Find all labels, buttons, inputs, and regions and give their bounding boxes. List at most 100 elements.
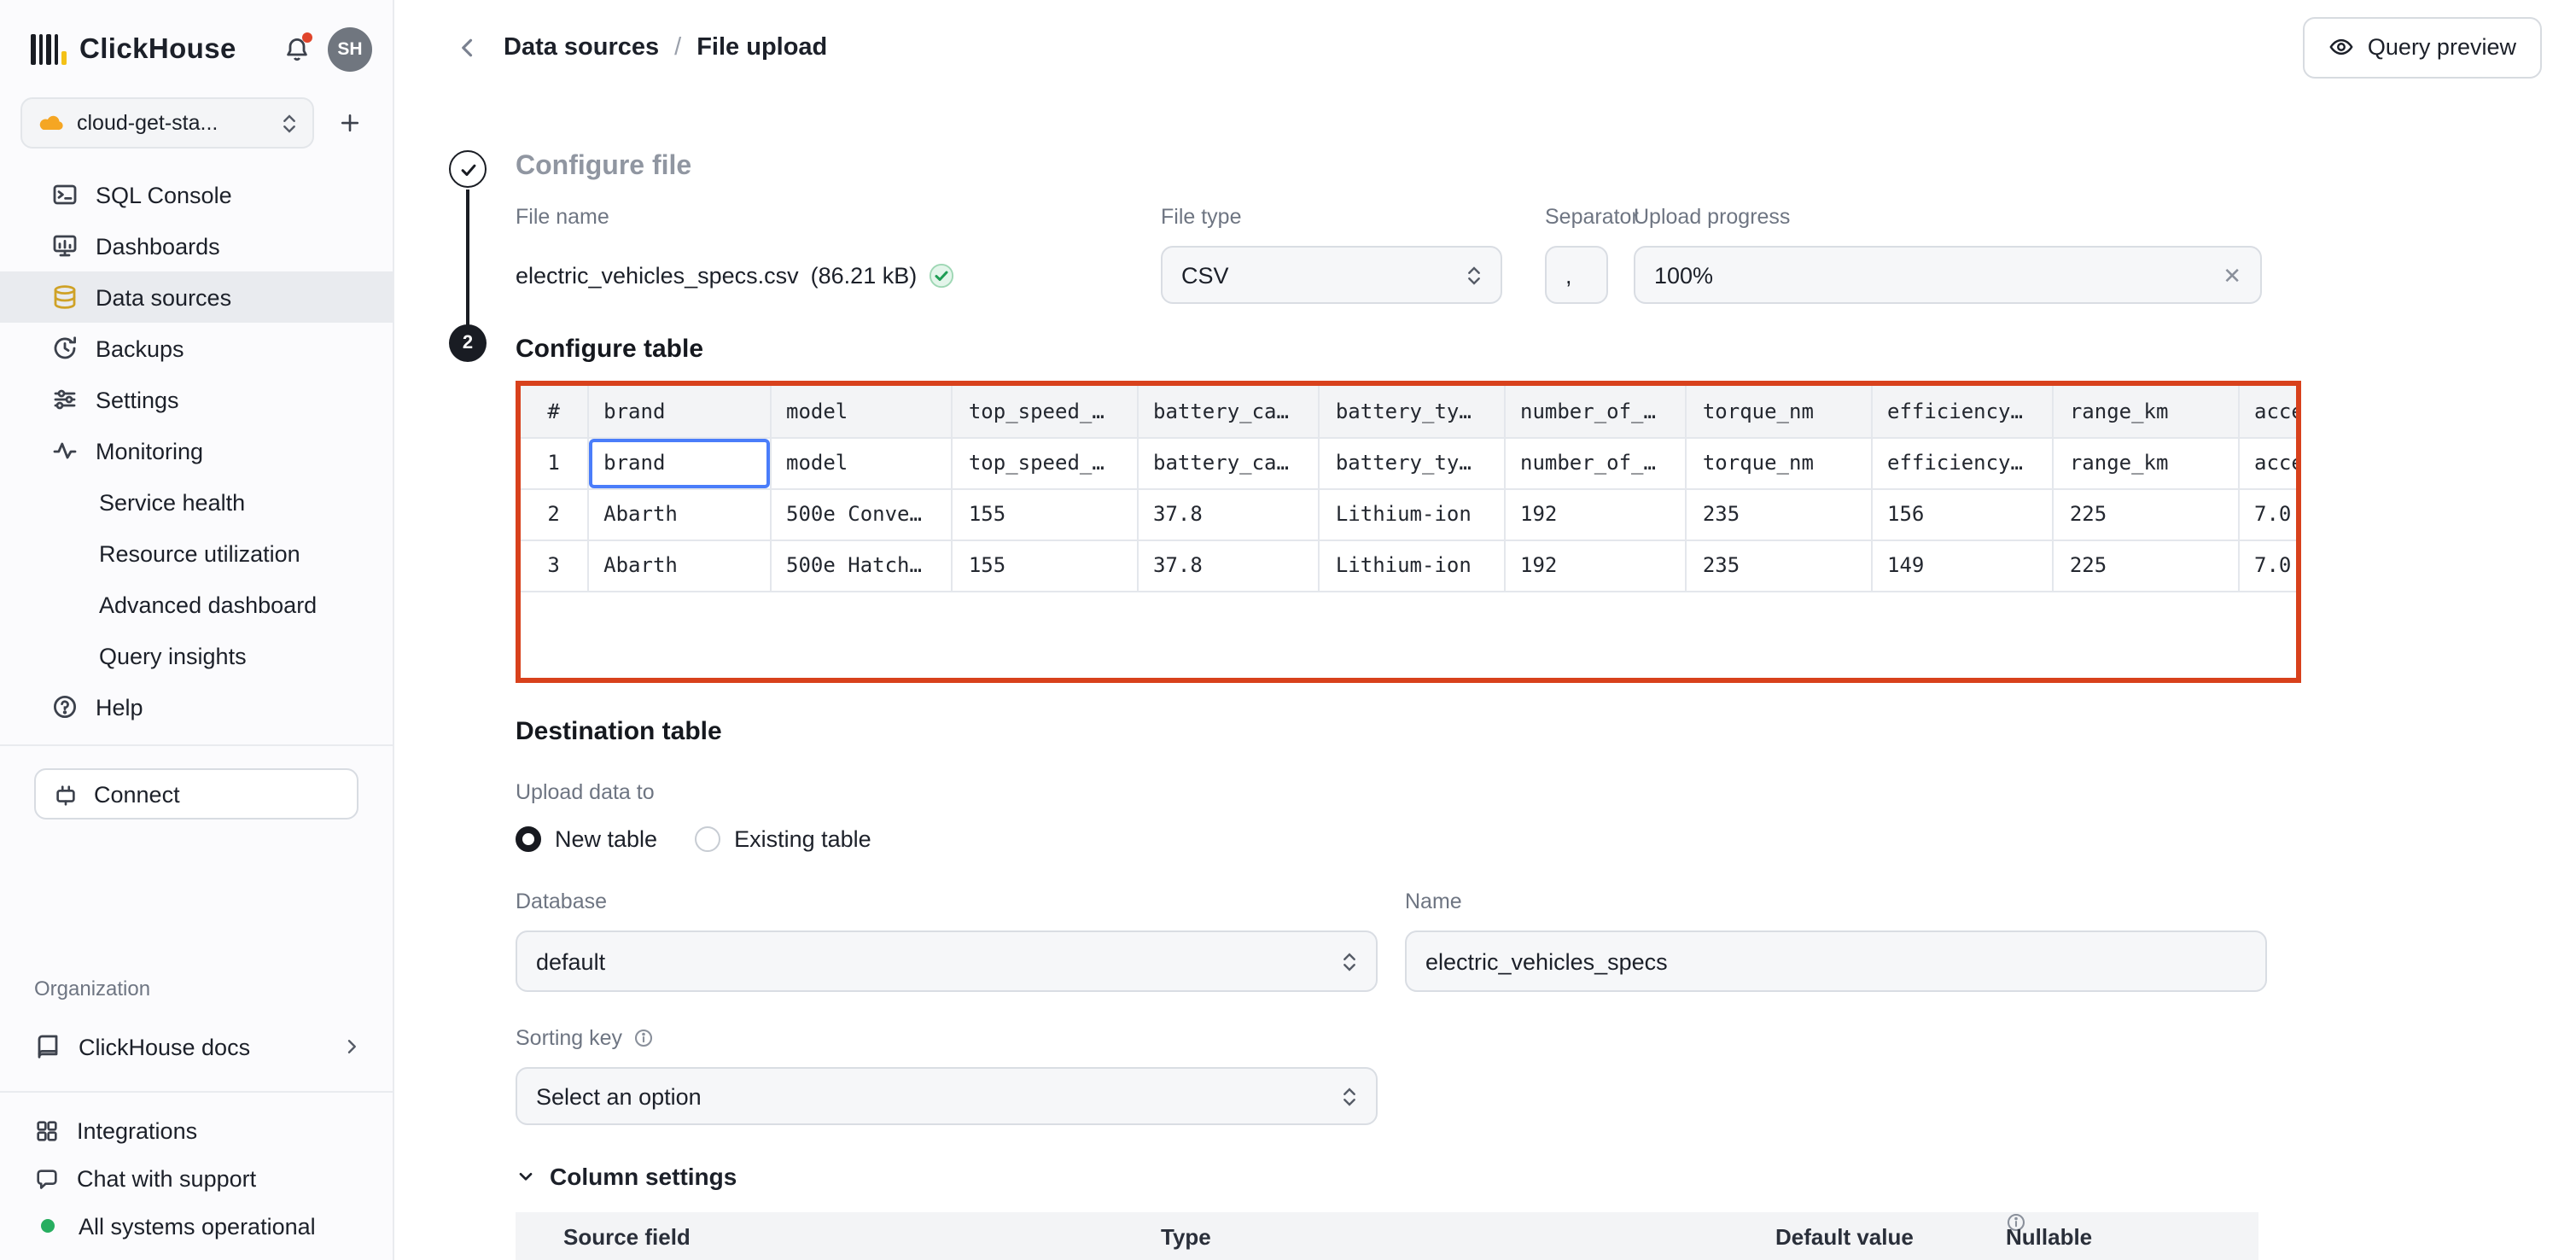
- table-cell[interactable]: 156: [1871, 488, 2054, 540]
- sidebar-item-label: Query insights: [99, 643, 247, 668]
- table-cell-focused[interactable]: brand: [587, 437, 770, 488]
- sidebar-item-resource-utilization[interactable]: Resource utilization: [0, 528, 393, 579]
- main-area: Data sources / File upload Query preview…: [394, 0, 2576, 1260]
- database-select[interactable]: default: [516, 930, 1378, 992]
- default-value-header: Default value: [1775, 1212, 1914, 1260]
- table-cell[interactable]: accelerati…: [2238, 437, 2301, 488]
- breadcrumb-separator: /: [674, 33, 681, 61]
- sidebar-item-help[interactable]: Help: [0, 681, 393, 732]
- organization-label: Organization: [0, 977, 393, 1000]
- table-cell[interactable]: 155: [953, 488, 1137, 540]
- clickhouse-logo-icon: [31, 34, 66, 65]
- table-cell[interactable]: 500e Conve…: [770, 488, 953, 540]
- clear-icon[interactable]: ✕: [2223, 264, 2241, 286]
- database-label: Database: [516, 890, 1378, 913]
- chat-support-link[interactable]: Chat with support: [0, 1154, 393, 1202]
- file-name-value: electric_vehicles_specs.csv: [516, 262, 799, 288]
- connect-button[interactable]: Connect: [34, 768, 358, 820]
- add-service-button[interactable]: [328, 101, 372, 145]
- table-row: 3 Abarth 500e Hatch… 155 37.8 Lithium-io…: [521, 540, 2301, 591]
- column-settings-toggle[interactable]: Column settings: [516, 1163, 2576, 1190]
- table-cell[interactable]: number_of_…: [1504, 437, 1687, 488]
- table-cell[interactable]: 192: [1504, 540, 1687, 591]
- table-cell[interactable]: 500e Hatch…: [770, 540, 953, 591]
- breadcrumb-data-sources[interactable]: Data sources: [504, 33, 659, 61]
- integrations-link[interactable]: Integrations: [0, 1106, 393, 1154]
- table-cell[interactable]: model: [770, 437, 953, 488]
- sidebar-item-label: Monitoring: [96, 438, 203, 464]
- sidebar-item-label: Advanced dashboard: [99, 592, 317, 617]
- table-cell[interactable]: 7.0: [2238, 488, 2301, 540]
- table-cell[interactable]: 37.8: [1137, 540, 1320, 591]
- name-label: Name: [1405, 890, 2267, 913]
- sorting-key-select[interactable]: Select an option: [516, 1067, 1378, 1125]
- new-table-radio[interactable]: New table: [516, 826, 657, 852]
- table-cell[interactable]: 155: [953, 540, 1137, 591]
- notifications-bell-icon[interactable]: [283, 36, 311, 63]
- table-cell[interactable]: 225: [2054, 540, 2238, 591]
- table-cell[interactable]: range_km: [2054, 437, 2238, 488]
- table-cell[interactable]: battery_ca…: [1137, 437, 1320, 488]
- chevron-down-icon: [516, 1166, 536, 1187]
- back-button[interactable]: [449, 28, 487, 66]
- sidebar-item-backups[interactable]: Backups: [0, 323, 393, 374]
- divider: [0, 1091, 393, 1093]
- file-type-label: File type: [1161, 205, 1545, 229]
- info-icon: [632, 1028, 653, 1048]
- avatar[interactable]: SH: [328, 27, 372, 72]
- table-cell[interactable]: Abarth: [587, 540, 770, 591]
- table-name-input[interactable]: electric_vehicles_specs: [1405, 930, 2267, 992]
- chat-bubble-icon: [34, 1165, 60, 1191]
- query-preview-button[interactable]: Query preview: [2303, 16, 2542, 78]
- sidebar-item-query-insights[interactable]: Query insights: [0, 630, 393, 681]
- sidebar-item-sql-console[interactable]: SQL Console: [0, 169, 393, 220]
- separator-input[interactable]: ,: [1545, 246, 1608, 304]
- table-cell[interactable]: efficiency…: [1871, 437, 2054, 488]
- column-header: battery_ca…: [1137, 386, 1320, 437]
- file-type-select[interactable]: CSV: [1161, 246, 1502, 304]
- divider: [0, 744, 393, 746]
- row-number: 1: [521, 437, 587, 488]
- table-cell[interactable]: 149: [1871, 540, 2054, 591]
- table-cell[interactable]: 235: [1687, 488, 1871, 540]
- existing-table-radio[interactable]: Existing table: [695, 826, 871, 852]
- table-cell[interactable]: Abarth: [587, 488, 770, 540]
- table-cell[interactable]: 192: [1504, 488, 1687, 540]
- status-ok-icon: [41, 1219, 55, 1233]
- sidebar-item-monitoring[interactable]: Monitoring: [0, 425, 393, 476]
- column-header: efficiency…: [1871, 386, 2054, 437]
- sidebar-item-service-health[interactable]: Service health: [0, 476, 393, 528]
- table-cell[interactable]: battery_ty…: [1320, 437, 1504, 488]
- sliders-icon: [51, 386, 79, 413]
- terminal-icon: [51, 181, 79, 208]
- column-header: accelerati…: [2238, 386, 2301, 437]
- table-cell[interactable]: torque_nm: [1687, 437, 1871, 488]
- sidebar-item-label: Backups: [96, 335, 184, 361]
- column-settings-table: Source field Type Default value Nullable…: [516, 1212, 2258, 1260]
- notification-dot: [302, 32, 312, 43]
- table-cell[interactable]: top_speed_…: [953, 437, 1137, 488]
- sidebar-item-dashboards[interactable]: Dashboards: [0, 220, 393, 271]
- sidebar-item-advanced-dashboard[interactable]: Advanced dashboard: [0, 579, 393, 630]
- table-cell[interactable]: 225: [2054, 488, 2238, 540]
- file-size-value: (86.21 kB): [811, 262, 918, 288]
- table-cell[interactable]: 235: [1687, 540, 1871, 591]
- upload-progress-field[interactable]: 100% ✕: [1634, 246, 2262, 304]
- file-name-label: File name: [516, 205, 1161, 229]
- eye-icon: [2328, 34, 2354, 60]
- table-cell[interactable]: 7.0: [2238, 540, 2301, 591]
- sidebar-item-settings[interactable]: Settings: [0, 374, 393, 425]
- destination-table-title: Destination table: [516, 717, 2576, 746]
- table-cell[interactable]: 37.8: [1137, 488, 1320, 540]
- table-cell[interactable]: Lithium-ion: [1320, 488, 1504, 540]
- sidebar-item-label: Resource utilization: [99, 540, 300, 566]
- separator-label: Separator: [1545, 205, 1634, 229]
- sidebar-item-data-sources[interactable]: Data sources: [0, 271, 393, 323]
- table-cell[interactable]: Lithium-ion: [1320, 540, 1504, 591]
- status-label: All systems operational: [79, 1213, 316, 1239]
- system-status-link[interactable]: All systems operational: [0, 1202, 393, 1250]
- step-2-badge: 2: [449, 324, 487, 362]
- upload-progress-label: Upload progress: [1634, 205, 2262, 229]
- clickhouse-docs-link[interactable]: ClickHouse docs: [0, 1021, 393, 1072]
- service-selector[interactable]: cloud-get-sta...: [20, 97, 314, 149]
